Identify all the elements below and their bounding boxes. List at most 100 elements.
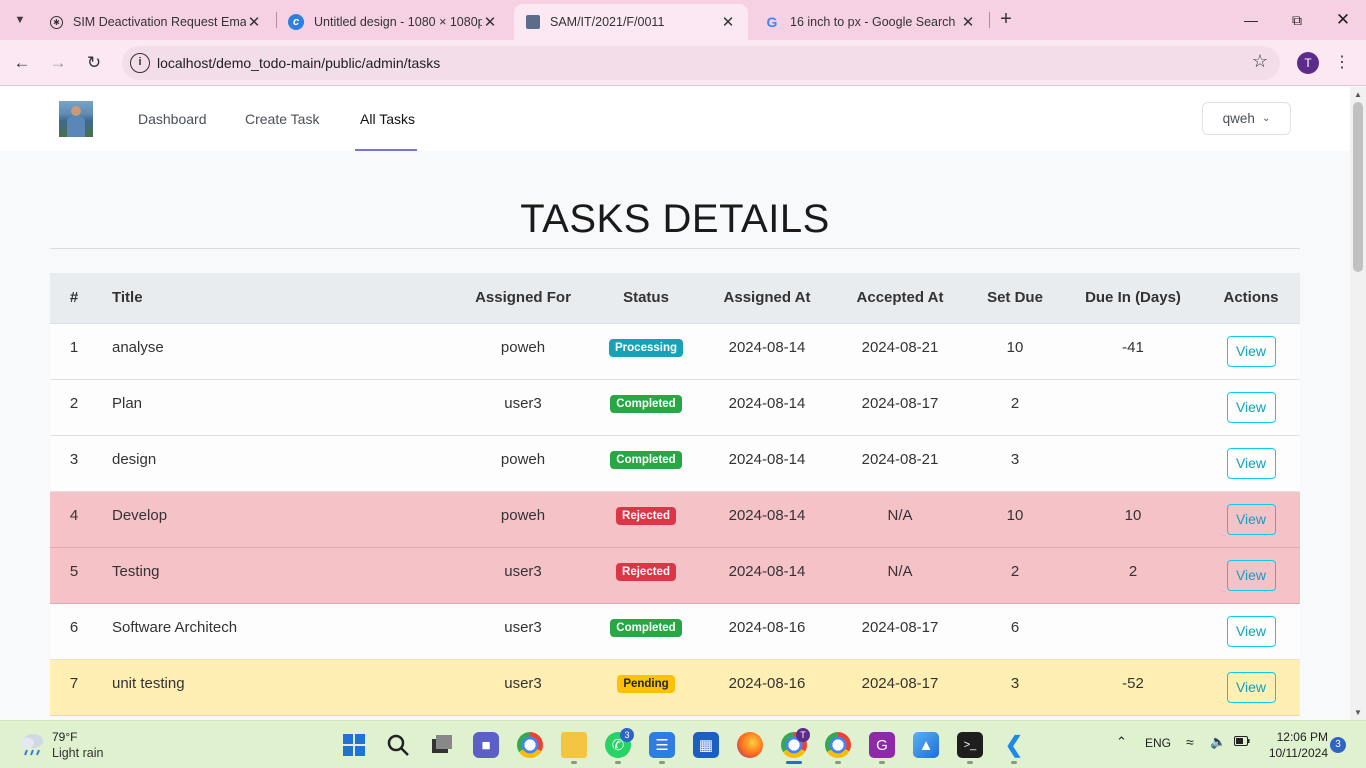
browser-tab-active[interactable]: SAM/IT/2021/F/0011 ✕ — [514, 4, 748, 40]
running-indicator — [571, 761, 577, 764]
view-task-button[interactable]: View — [1226, 672, 1276, 703]
actions-cell: View — [1202, 547, 1300, 604]
header-assigned-at: Assigned At — [700, 273, 834, 324]
clock-date: 10/11/2024 — [1268, 746, 1328, 760]
language-indicator[interactable]: ENG — [1145, 736, 1171, 750]
scroll-up-arrow-icon[interactable]: ▲ — [1354, 90, 1362, 99]
vscode-icon[interactable]: ❮ — [1001, 732, 1027, 758]
running-indicator — [659, 761, 665, 764]
teams-chat-icon[interactable]: ■ — [473, 732, 499, 758]
close-tab-icon[interactable]: ✕ — [720, 13, 736, 31]
file-explorer-icon[interactable] — [561, 732, 587, 758]
notepad-icon[interactable]: ☰ — [649, 732, 675, 758]
weather-description[interactable]: Light rain — [52, 746, 103, 760]
weather-temperature[interactable]: 79°F — [52, 730, 77, 744]
window-close-icon[interactable]: ✕ — [1320, 0, 1366, 40]
view-task-button[interactable]: View — [1226, 448, 1276, 479]
new-tab-plus-icon[interactable]: + — [994, 8, 1018, 32]
tab-title: SIM Deactivation Request Email — [73, 15, 246, 29]
table-row: 7 unit testing user3 Pending 2024-08-16 2024-… — [50, 659, 1300, 716]
bookmark-star-icon[interactable]: ☆ — [1252, 51, 1268, 72]
address-bar[interactable]: i localhost/demo_todo-main/public/admin/… — [122, 46, 1280, 80]
close-tab-icon[interactable]: ✕ — [482, 13, 498, 31]
scroll-down-arrow-icon[interactable]: ▼ — [1354, 708, 1362, 717]
assigned-for-cell: user3 — [454, 547, 592, 604]
pdf-app-icon[interactable]: G — [869, 732, 895, 758]
user-dropdown-button[interactable]: qweh ⌄ — [1202, 102, 1291, 135]
status-cell: Completed — [592, 379, 700, 436]
site-info-icon[interactable]: i — [130, 53, 150, 73]
task-title-cell: Testing — [98, 547, 454, 604]
accepted-at-cell: 2024-08-17 — [834, 659, 966, 716]
address-url[interactable]: localhost/demo_todo-main/public/admin/ta… — [157, 55, 440, 71]
table-row: 2 Plan user3 Completed 2024-08-14 2024-08-17 2… — [50, 379, 1300, 436]
search-icon[interactable] — [385, 732, 411, 758]
wifi-icon[interactable]: ≈ — [1186, 734, 1194, 750]
task-title-cell: Develop — [98, 491, 454, 548]
profile-avatar[interactable]: T — [1297, 52, 1319, 74]
view-task-button[interactable]: View — [1226, 616, 1276, 647]
running-indicator — [835, 761, 841, 764]
site-icon — [526, 15, 540, 29]
speaker-icon[interactable]: 🔈 — [1210, 734, 1226, 750]
browser-tab[interactable]: ✱ SIM Deactivation Request Email ✕ — [38, 4, 274, 40]
browser-tab-strip: ▼ ✱ SIM Deactivation Request Email ✕ c U… — [0, 0, 1366, 40]
battery-icon[interactable] — [1234, 735, 1250, 750]
task-title-cell: analyse — [98, 323, 454, 380]
accepted-at-cell: N/A — [834, 547, 966, 604]
assigned-at-cell: 2024-08-14 — [700, 323, 834, 380]
scrollbar-thumb[interactable] — [1353, 102, 1363, 272]
assigned-for-cell: poweh — [454, 435, 592, 492]
tab-search-chevron-icon[interactable]: ▼ — [8, 8, 32, 32]
browser-tab[interactable]: c Untitled design - 1080 × 1080px ✕ — [276, 4, 510, 40]
system-clock[interactable]: 12:06 PM 10/11/2024 — [1262, 729, 1328, 761]
view-task-button[interactable]: View — [1226, 336, 1276, 367]
view-task-button[interactable]: View — [1226, 392, 1276, 423]
reload-icon[interactable]: ↻ — [80, 49, 108, 77]
status-cell: Rejected — [592, 547, 700, 604]
table-row: 5 Testing user3 Rejected 2024-08-14 N/A 2 2 View — [50, 547, 1300, 604]
nav-link-dashboard[interactable]: Dashboard — [138, 111, 207, 127]
minimize-icon[interactable]: — — [1228, 0, 1274, 40]
table-row: 3 design poweh Completed 2024-08-14 2024-08-2… — [50, 435, 1300, 492]
view-task-button[interactable]: View — [1226, 504, 1276, 535]
close-tab-icon[interactable]: ✕ — [246, 13, 262, 31]
back-arrow-icon[interactable]: ← — [8, 49, 36, 77]
tray-chevron-up-icon[interactable]: ⌃ — [1116, 734, 1127, 750]
browser-tab[interactable]: G 16 inch to px - Google Search ✕ — [752, 4, 988, 40]
running-indicator-active — [786, 761, 802, 764]
photos-icon[interactable]: ▲ — [913, 732, 939, 758]
task-view-icon[interactable] — [429, 732, 455, 758]
chrome-app-icon[interactable] — [825, 732, 851, 758]
notification-count-badge[interactable]: 3 — [1330, 737, 1346, 753]
restore-icon[interactable]: ⧉ — [1274, 0, 1320, 40]
page-scrollbar[interactable]: ▲ ▼ — [1350, 87, 1366, 720]
chrome-icon[interactable] — [517, 732, 543, 758]
user-photo-logo[interactable] — [59, 101, 93, 137]
actions-cell: View — [1202, 491, 1300, 548]
browser-menu-icon[interactable]: ⋮ — [1334, 51, 1350, 75]
terminal-icon[interactable]: >_ — [957, 732, 983, 758]
accepted-at-cell: 2024-08-21 — [834, 323, 966, 380]
header-accepted-at: Accepted At — [834, 273, 966, 324]
microsoft-store-icon[interactable]: ▦ — [693, 732, 719, 758]
weather-rain-cloud-icon[interactable] — [18, 731, 46, 757]
due-in-days-cell: 10 — [1064, 491, 1202, 548]
actions-cell: View — [1202, 659, 1300, 716]
view-task-button[interactable]: View — [1226, 560, 1276, 591]
header-due-in-days: Due In (Days) — [1064, 273, 1202, 324]
firefox-icon[interactable] — [737, 732, 763, 758]
row-number-cell: 5 — [50, 547, 98, 604]
status-cell: Completed — [592, 603, 700, 660]
row-number-cell: 2 — [50, 379, 98, 436]
forward-arrow-icon[interactable]: → — [44, 49, 72, 77]
header-number: # — [50, 273, 98, 324]
status-badge: Completed — [610, 395, 682, 413]
nav-link-create-task[interactable]: Create Task — [245, 111, 319, 127]
close-tab-icon[interactable]: ✕ — [960, 13, 976, 31]
nav-link-all-tasks[interactable]: All Tasks — [360, 111, 415, 127]
windows-start-icon[interactable] — [341, 732, 367, 758]
status-cell: Processing — [592, 323, 700, 380]
page-title: TASKS DETAILS — [520, 197, 830, 241]
set-due-cell: 10 — [966, 323, 1064, 380]
